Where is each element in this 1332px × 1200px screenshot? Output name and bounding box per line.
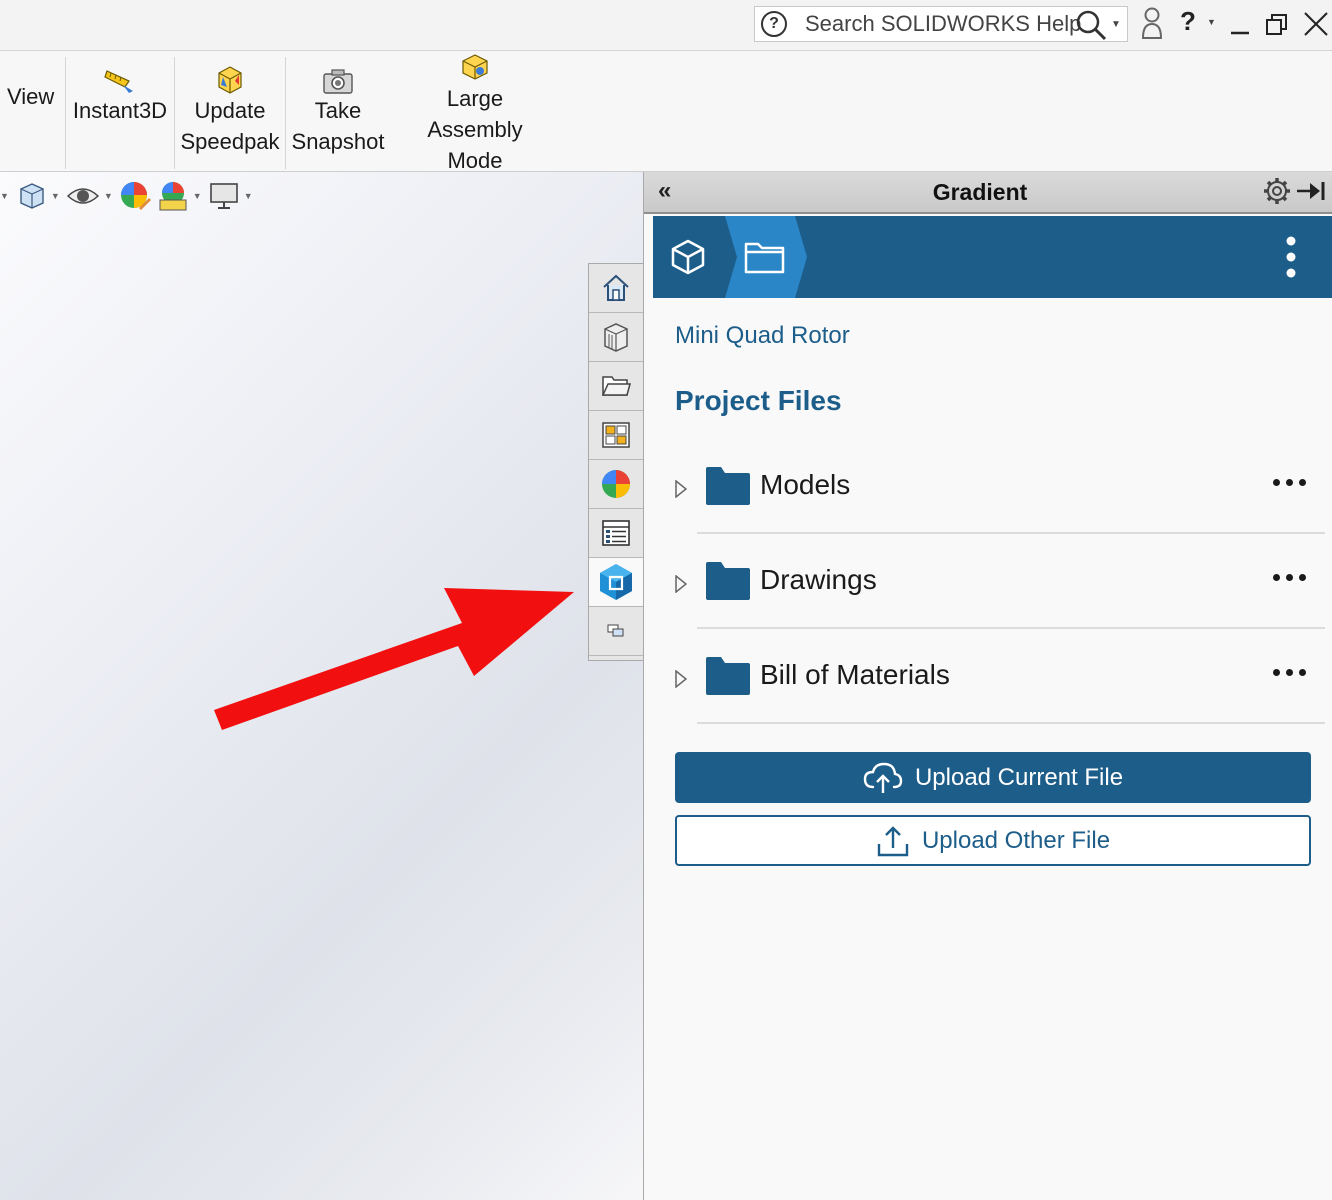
forum-chat-icon	[607, 624, 624, 637]
row-divider	[697, 627, 1325, 629]
update-speedpak-button[interactable]: Update Speedpak	[176, 51, 284, 169]
instant3d-icon	[103, 51, 137, 95]
cube-icon	[671, 239, 705, 275]
take-snapshot-button[interactable]: Take Snapshot	[287, 51, 389, 169]
hide-show-items-icon[interactable]: ▼	[66, 184, 113, 208]
folder-row-models[interactable]: Models	[675, 440, 1325, 534]
gear-icon[interactable]	[1262, 176, 1292, 211]
gradient-logo-icon	[600, 564, 632, 600]
folder-name[interactable]: Models	[760, 469, 850, 501]
help-search-box[interactable]: ? Search SOLIDWORKS Help ▼	[754, 6, 1128, 42]
folder-row-bill-of-materials[interactable]: Bill of Materials	[675, 630, 1325, 724]
camera-icon	[322, 51, 354, 95]
row-divider	[697, 532, 1325, 534]
view-palette-icon	[602, 422, 630, 448]
update-speedpak-label: Update Speedpak	[180, 98, 280, 154]
tab-design-library[interactable]	[589, 313, 643, 362]
take-snapshot-label: Take Snapshot	[291, 98, 385, 154]
ribbon-separator	[285, 57, 286, 169]
help-caret-icon[interactable]: ▼	[1207, 17, 1216, 27]
task-pane-tabs	[588, 263, 643, 661]
close-icon[interactable]	[1304, 12, 1328, 41]
task-pane-gradient: « Gradient Mini Quad Rotor Project Files…	[644, 172, 1332, 1200]
help-circle-icon[interactable]: ?	[761, 11, 787, 37]
dropdown-caret-icon[interactable]: ▼	[104, 191, 113, 201]
help-search-input[interactable]: Search SOLIDWORKS Help	[805, 11, 1081, 37]
more-options-icon[interactable]	[1273, 669, 1306, 676]
cloud-upload-icon	[863, 762, 903, 793]
ribbon-separator	[65, 57, 66, 169]
upload-other-file-button[interactable]: Upload Other File	[675, 815, 1311, 866]
title-bar: ? Search SOLIDWORKS Help ▼ ? ▼	[0, 0, 1332, 51]
upload-current-file-button[interactable]: Upload Current File	[675, 752, 1311, 803]
view-orientation-icon[interactable]: ▼	[17, 181, 60, 211]
more-options-icon[interactable]	[1285, 236, 1297, 283]
dropdown-caret-icon[interactable]: ▼	[244, 191, 253, 201]
command-manager-ribbon: l View Instant3D Update Speedpak Take Sn…	[0, 51, 1332, 173]
tab-solidworks-resources[interactable]	[589, 264, 643, 313]
dropdown-caret-icon[interactable]: ▼	[193, 191, 202, 201]
design-library-icon	[604, 323, 628, 352]
edit-appearance-icon[interactable]	[119, 180, 151, 212]
view-settings-icon[interactable]: ▼	[208, 181, 253, 211]
pin-icon[interactable]	[1296, 180, 1326, 207]
ribbon-view-button[interactable]: l View	[0, 51, 64, 169]
tab-appearances-scenes[interactable]	[589, 460, 643, 509]
section-title: Project Files	[675, 385, 842, 416]
ribbon-view-label: l View	[0, 84, 55, 109]
folder-name[interactable]: Bill of Materials	[760, 659, 950, 691]
large-assembly-mode-label: Large Assembly Mode	[427, 86, 523, 173]
upload-other-file-label: Upload Other File	[921, 826, 1111, 854]
folder-name[interactable]: Drawings	[760, 564, 877, 596]
task-pane-header: « Gradient	[644, 172, 1332, 214]
breadcrumb-project-files[interactable]	[725, 216, 809, 303]
tab-view-palette[interactable]	[589, 411, 643, 460]
appearances-icon	[602, 470, 630, 498]
tab-gradient[interactable]	[589, 558, 643, 607]
folder-icon	[706, 657, 750, 700]
restore-icon[interactable]	[1266, 14, 1288, 41]
instant3d-label: Instant3D	[72, 98, 168, 123]
tab-custom-properties[interactable]	[589, 509, 643, 558]
folder-icon	[706, 467, 750, 510]
expand-arrow-icon[interactable]	[675, 574, 688, 598]
search-dropdown-caret-icon[interactable]: ▼	[1111, 19, 1121, 30]
speedpak-icon	[213, 51, 247, 95]
ribbon-separator	[174, 57, 175, 169]
more-options-icon[interactable]	[1273, 574, 1306, 581]
open-folder-icon	[601, 376, 631, 396]
more-options-icon[interactable]	[1273, 479, 1306, 486]
user-icon[interactable]	[1141, 6, 1163, 45]
large-assembly-mode-button[interactable]: Large Assembly Mode	[390, 51, 560, 173]
gradient-navigation-bar	[653, 216, 1332, 298]
upload-icon	[877, 825, 909, 856]
heads-up-view-toolbar: ▼ ▼ ▼ ▼ ▼	[0, 180, 259, 212]
custom-properties-icon	[602, 520, 630, 546]
annotation-arrow	[214, 588, 574, 730]
tab-file-explorer[interactable]	[589, 362, 643, 411]
breadcrumb-home[interactable]	[653, 216, 723, 298]
help-menu-button[interactable]: ?	[1180, 6, 1196, 37]
task-pane-title: Gradient	[932, 179, 1028, 205]
upload-current-file-label: Upload Current File	[914, 763, 1124, 791]
project-name[interactable]: Mini Quad Rotor	[675, 322, 850, 350]
minimize-icon[interactable]	[1230, 12, 1250, 41]
dropdown-caret-icon[interactable]: ▼	[0, 191, 9, 201]
large-assembly-icon	[459, 51, 491, 83]
dropdown-caret-icon[interactable]: ▼	[51, 191, 60, 201]
search-icon[interactable]	[1075, 9, 1107, 46]
home-icon	[603, 274, 629, 301]
folder-icon	[706, 562, 750, 605]
tab-forum[interactable]	[589, 607, 643, 656]
folder-row-drawings[interactable]: Drawings	[675, 535, 1325, 629]
apply-scene-icon[interactable]: ▼	[157, 180, 202, 212]
expand-arrow-icon[interactable]	[675, 479, 688, 503]
expand-arrow-icon[interactable]	[675, 669, 688, 693]
instant3d-button[interactable]: Instant3D	[68, 51, 172, 169]
row-divider	[697, 722, 1325, 724]
